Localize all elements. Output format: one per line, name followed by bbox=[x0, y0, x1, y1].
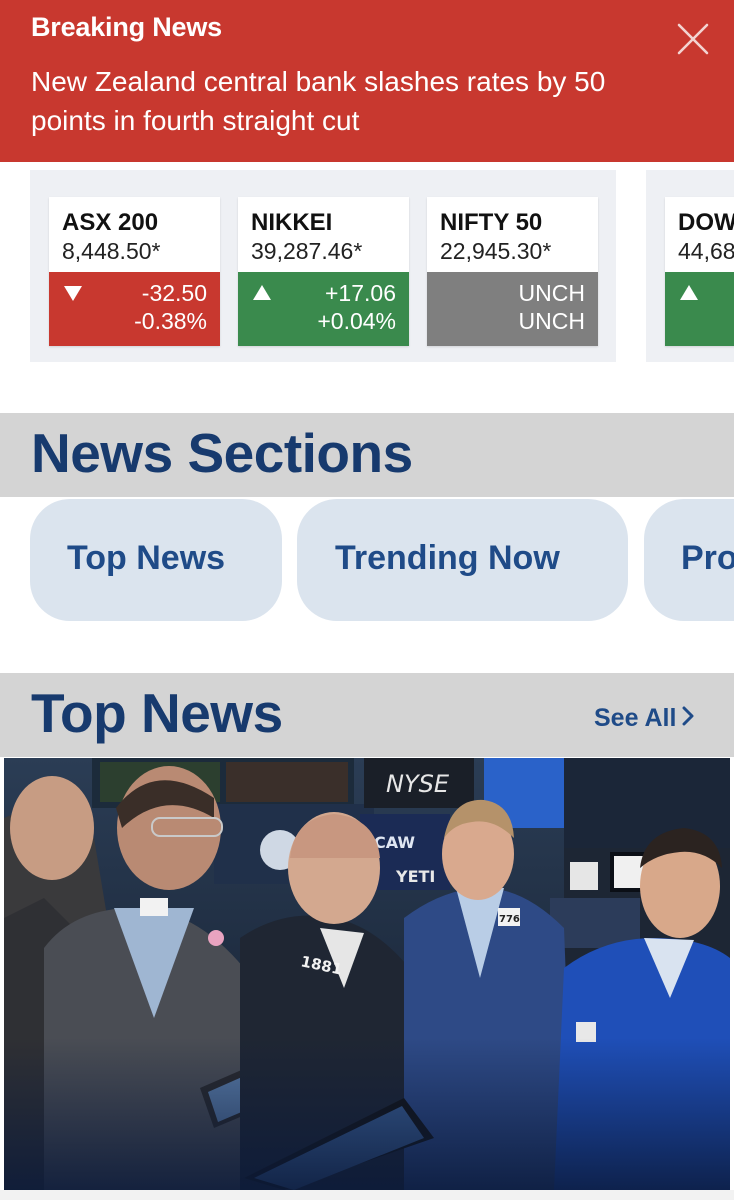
quote-change: UNCH bbox=[518, 280, 585, 306]
screen-label: YETI bbox=[395, 867, 435, 886]
quote-price: 39,287.46* bbox=[251, 238, 363, 264]
pill-label: Pro bbox=[681, 539, 734, 577]
badge-number: 776 bbox=[499, 914, 520, 925]
up-arrow-icon bbox=[253, 285, 271, 300]
pill-pro[interactable]: Pro bbox=[644, 499, 734, 621]
quote-change: +17.06 bbox=[325, 280, 396, 306]
top-news-hero-image[interactable]: CAW YETI NYSE 1881 776 bbox=[4, 758, 730, 1190]
quote-change-box: UNCH UNCH bbox=[427, 272, 598, 346]
down-arrow-icon bbox=[64, 286, 82, 301]
breaking-news-banner[interactable]: Breaking News New Zealand central bank s… bbox=[0, 0, 734, 162]
bottom-divider bbox=[0, 1190, 734, 1200]
see-all-label: See All bbox=[594, 704, 677, 732]
quote-symbol: NIKKEI bbox=[251, 209, 333, 236]
quote-card-nikkei[interactable]: NIKKEI 39,287.46* +17.06 +0.04% bbox=[238, 197, 409, 346]
see-all-link[interactable]: See All bbox=[594, 704, 694, 733]
screen-label: CAW bbox=[374, 833, 415, 852]
quote-change-percent: UNCH bbox=[518, 308, 585, 334]
quote-symbol: DOW bbox=[678, 209, 734, 236]
pill-trending-now[interactable]: Trending Now bbox=[297, 499, 628, 621]
quote-symbol: ASX 200 bbox=[62, 209, 159, 236]
pill-label: Trending Now bbox=[335, 539, 560, 577]
quote-price: 22,945.30* bbox=[440, 238, 552, 264]
quote-change: -32.50 bbox=[141, 280, 207, 306]
news-section-pills[interactable]: Top News Trending Now Pro bbox=[0, 497, 734, 673]
quote-change-box bbox=[665, 272, 734, 346]
market-quotes-strip[interactable]: ASX 200 8,448.50* -32.50 -0.38% NIKKEI 3… bbox=[0, 162, 734, 392]
nyse-sign: NYSE bbox=[386, 770, 450, 798]
quote-change-box: -32.50 -0.38% bbox=[49, 272, 220, 346]
quote-price: 8,448.50* bbox=[62, 238, 161, 264]
pill-top-news[interactable]: Top News bbox=[30, 499, 282, 621]
quote-symbol: NIFTY 50 bbox=[440, 209, 543, 236]
quote-change-percent: +0.04% bbox=[317, 308, 396, 334]
quote-card-nifty50[interactable]: NIFTY 50 22,945.30* UNCH UNCH bbox=[427, 197, 598, 346]
chevron-right-icon bbox=[682, 704, 694, 733]
news-sections-header: News Sections bbox=[0, 413, 734, 497]
news-sections-title: News Sections bbox=[31, 422, 413, 484]
quote-price: 44,68 bbox=[678, 238, 734, 264]
breaking-news-headline[interactable]: New Zealand central bank slashes rates b… bbox=[31, 62, 671, 140]
quote-card-dow[interactable]: DOW 44,68 bbox=[665, 197, 734, 346]
top-news-header: Top News See All bbox=[0, 673, 734, 757]
close-icon[interactable] bbox=[672, 18, 714, 60]
quote-change-percent: -0.38% bbox=[134, 308, 207, 334]
quote-card-asx200[interactable]: ASX 200 8,448.50* -32.50 -0.38% bbox=[49, 197, 220, 346]
up-arrow-icon bbox=[680, 285, 698, 300]
pill-label: Top News bbox=[67, 539, 226, 577]
quote-change-box: +17.06 +0.04% bbox=[238, 272, 409, 346]
breaking-news-label: Breaking News bbox=[31, 12, 222, 42]
top-news-title: Top News bbox=[31, 682, 283, 744]
